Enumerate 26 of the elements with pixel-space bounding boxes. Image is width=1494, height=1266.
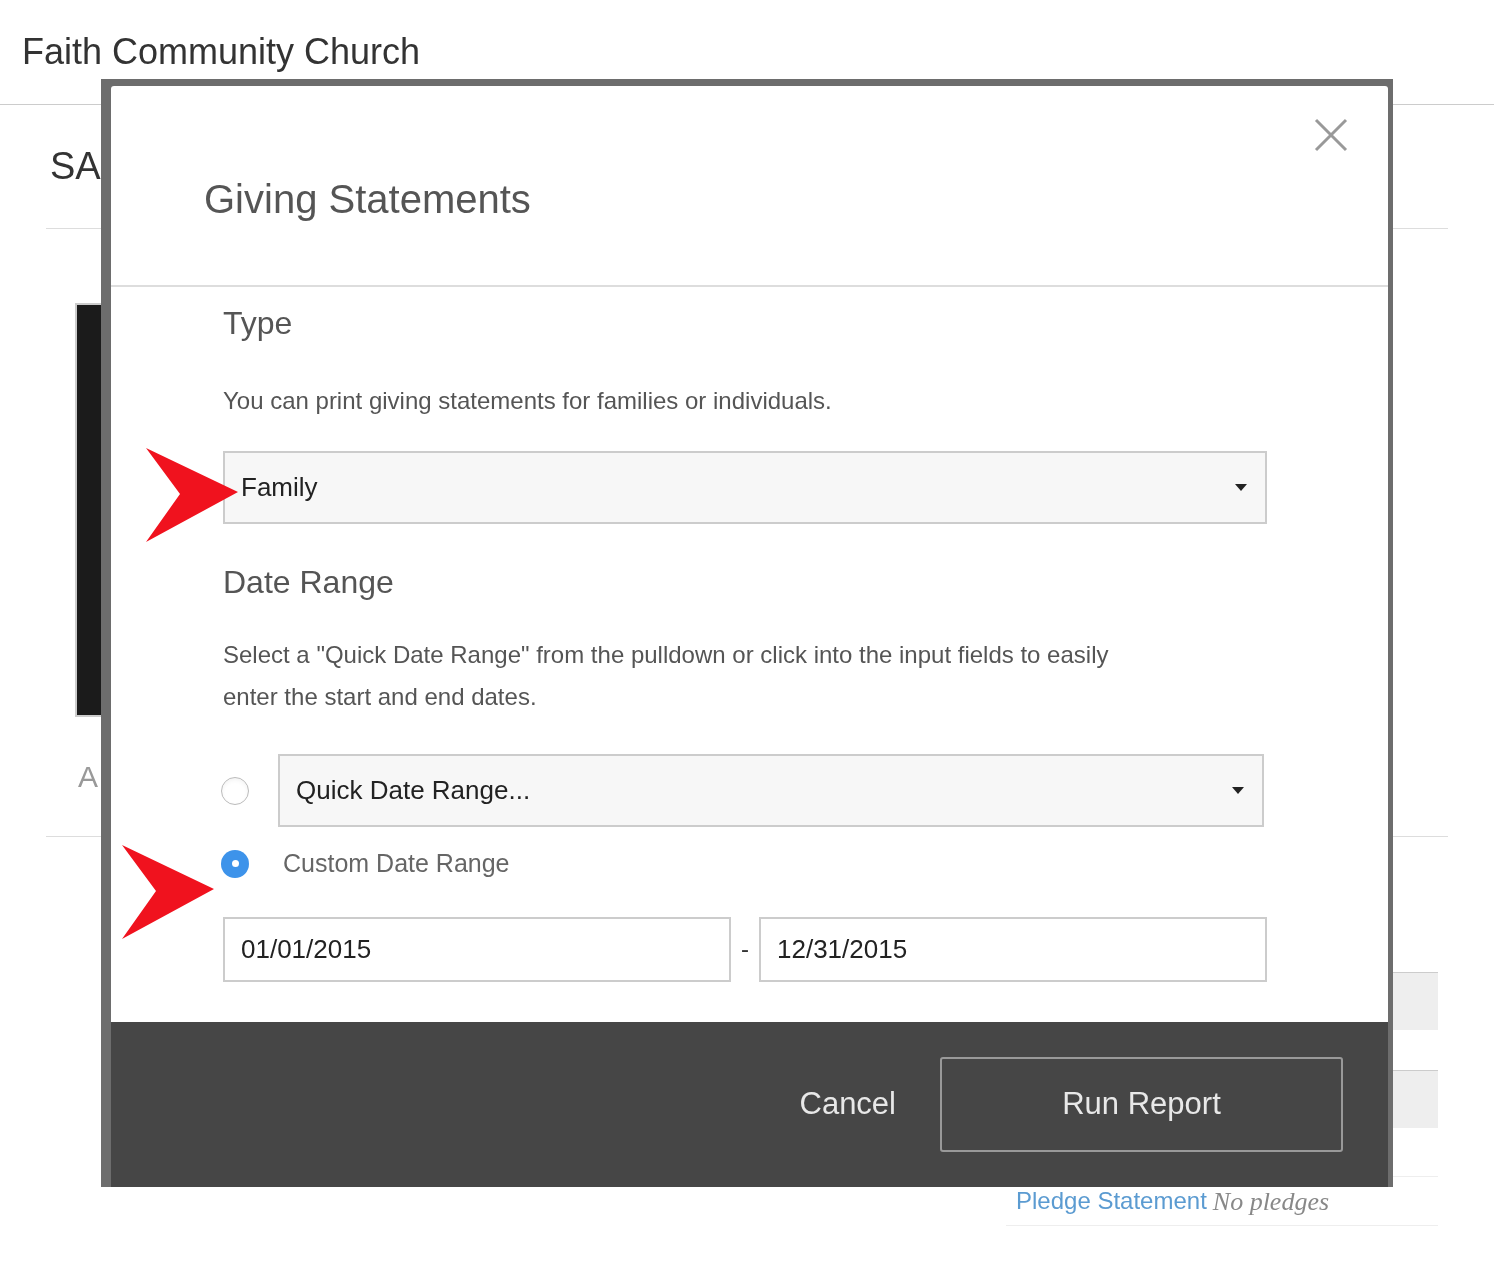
close-icon[interactable] xyxy=(1314,118,1348,152)
site-title: Faith Community Church xyxy=(22,30,421,74)
cancel-button[interactable]: Cancel xyxy=(799,1081,896,1128)
start-date-field[interactable]: 01/01/2015 xyxy=(223,916,731,982)
end-date-field[interactable]: 12/31/2015 xyxy=(759,916,1267,982)
run-report-button[interactable]: Run Report xyxy=(940,1057,1343,1152)
section-description: Select a "Quick Date Range" from the pulldown or click into the input fields to easily enter the start and end dates. xyxy=(223,640,1110,712)
caret-icon xyxy=(1235,484,1247,491)
dialog-title: Giving Statements xyxy=(204,175,531,223)
page-heading: SA xyxy=(50,144,101,189)
caret-icon xyxy=(1232,787,1244,794)
quick-date-range-select[interactable]: Quick Date Range... xyxy=(278,754,1264,827)
type-select[interactable]: Family xyxy=(223,451,1267,524)
radio-button[interactable] xyxy=(221,849,249,878)
radio-button[interactable] xyxy=(221,776,249,805)
section-heading: Date Range xyxy=(223,563,395,602)
pointer-arrow-icon xyxy=(146,448,238,542)
section-description: You can print giving statements for families or individuals. xyxy=(223,386,833,416)
pointer-arrow-icon xyxy=(122,845,214,939)
date-separator: - xyxy=(740,934,750,964)
section-label: A xyxy=(78,759,98,795)
table-row-background xyxy=(1390,1070,1438,1128)
no-pledges-note: No pledges xyxy=(1212,1185,1330,1218)
radio-label[interactable]: Custom Date Range xyxy=(283,845,510,883)
table-row-background xyxy=(1390,972,1438,1030)
section-heading: Type xyxy=(223,304,294,343)
